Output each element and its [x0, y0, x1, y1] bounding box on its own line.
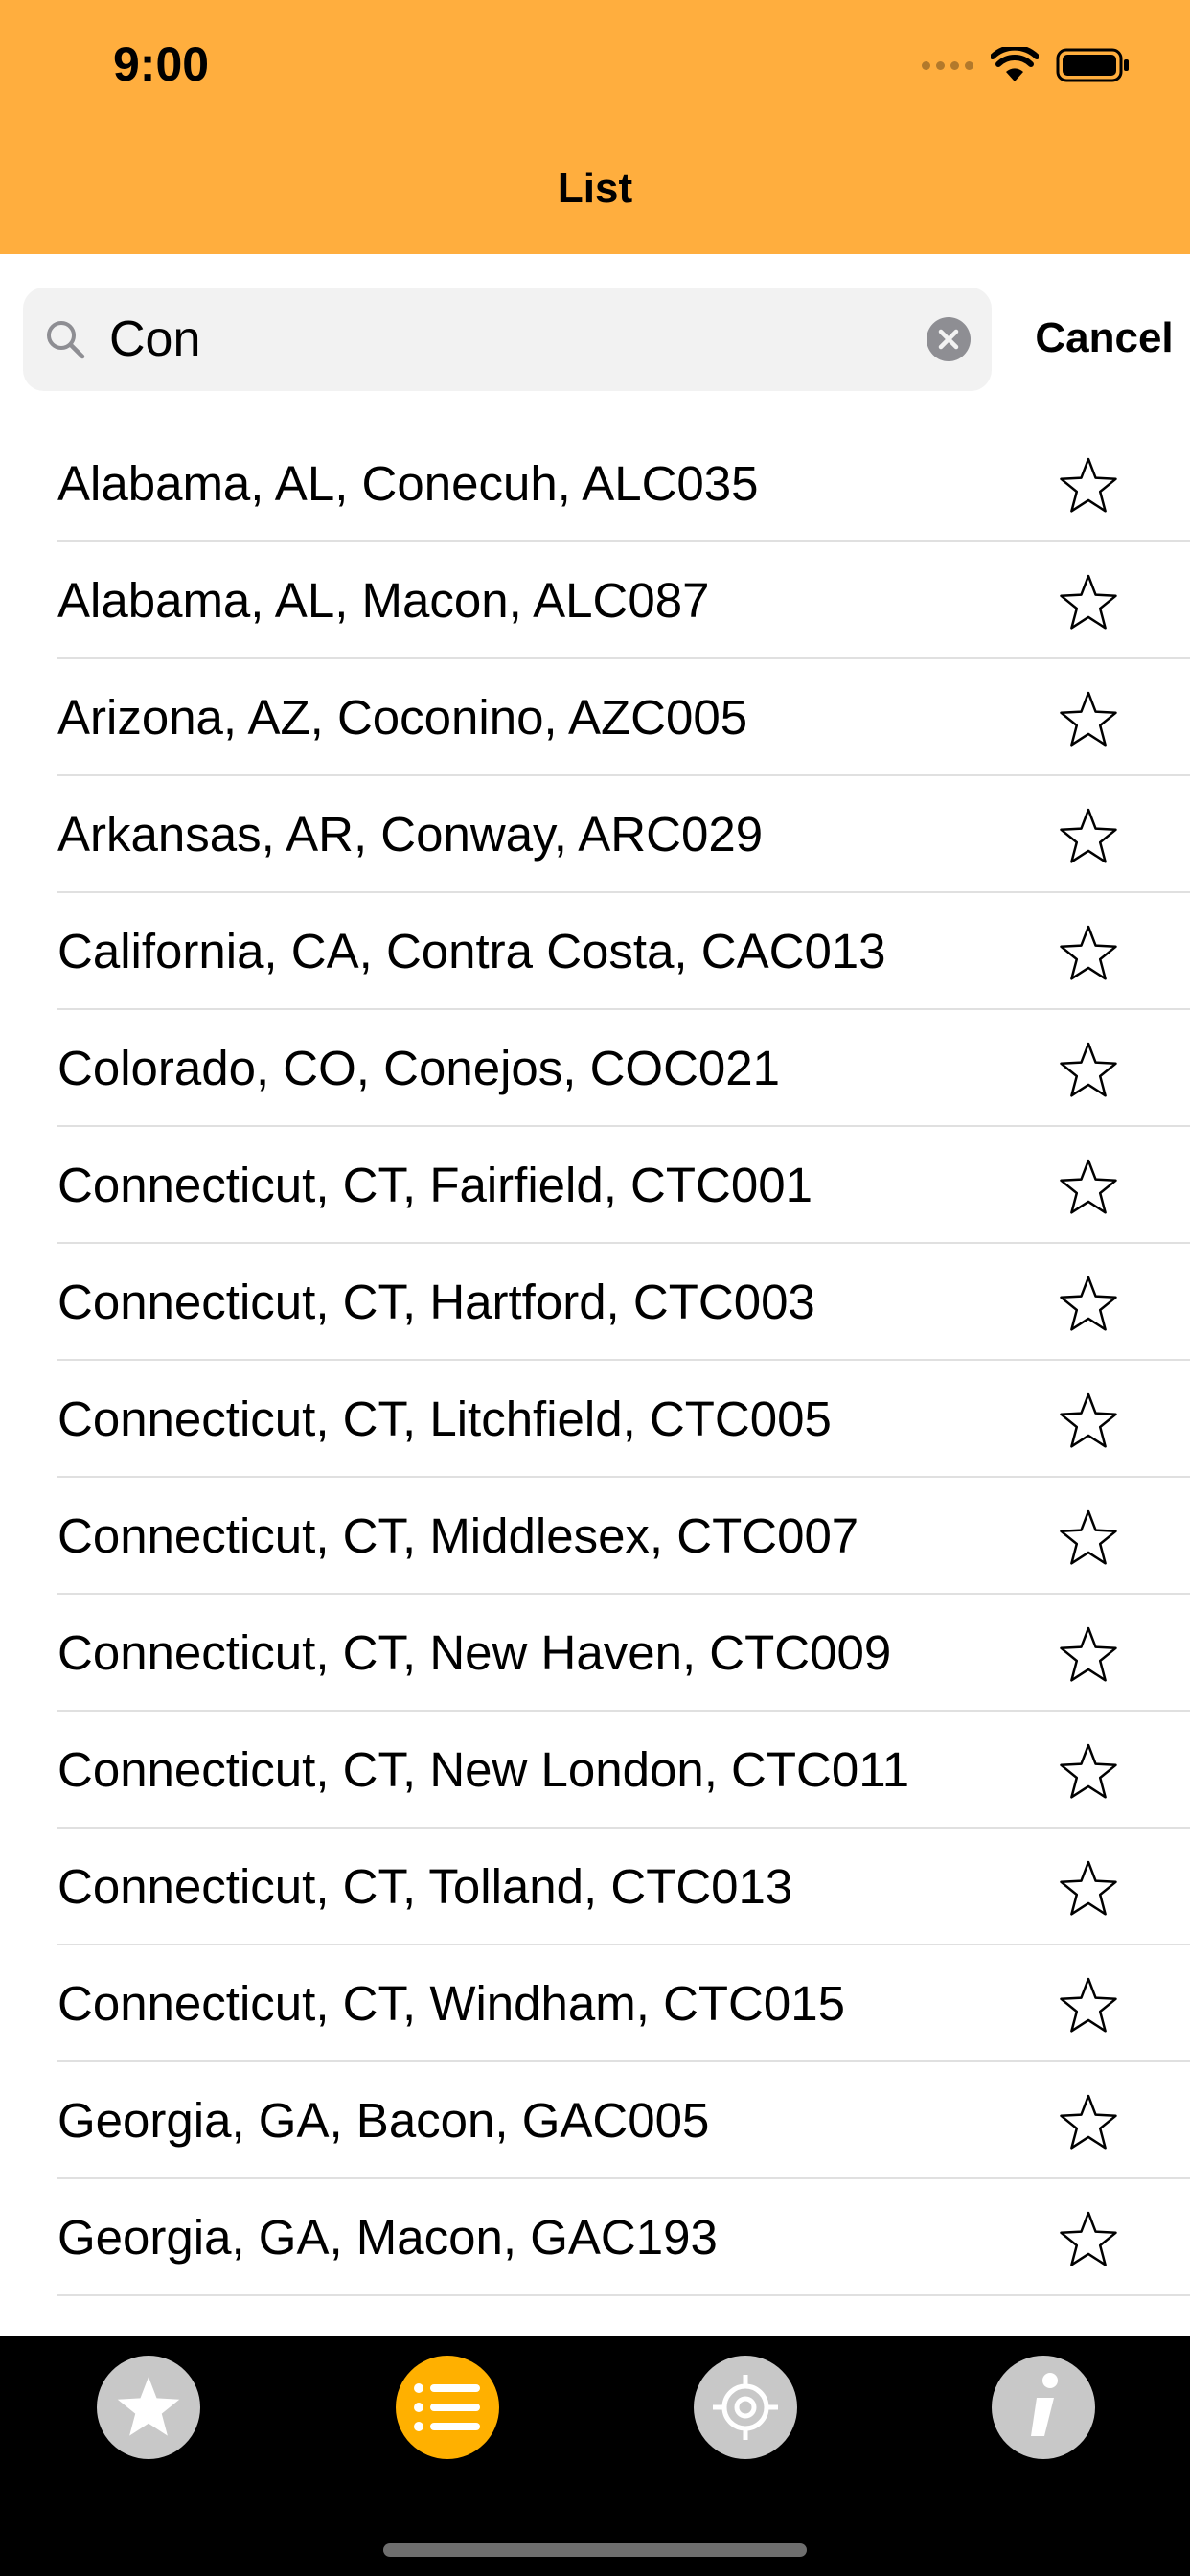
- list-item-label: Alabama, AL, Conecuh, ALC035: [57, 456, 759, 511]
- favorite-star-icon[interactable]: [1058, 1976, 1119, 2036]
- list-item[interactable]: California, CA, Contra Costa, CAC013: [0, 893, 1190, 1010]
- tab-info[interactable]: [992, 2356, 1095, 2459]
- list-item-label: Connecticut, CT, Fairfield, CTC001: [57, 1158, 812, 1212]
- list-item-label: Connecticut, CT, Litchfield, CTC005: [57, 1392, 832, 1446]
- tab-list[interactable]: [396, 2356, 499, 2459]
- favorite-star-icon[interactable]: [1058, 573, 1119, 632]
- list-item-label: Connecticut, CT, Hartford, CTC003: [57, 1275, 815, 1329]
- list-item-label: Georgia, GA, Bacon, GAC005: [57, 2093, 710, 2148]
- cellular-signal-icon: [922, 60, 973, 70]
- favorite-star-icon[interactable]: [1058, 2210, 1119, 2269]
- location-target-icon: [713, 2375, 778, 2440]
- navigation-header: 9:00 List: [0, 0, 1190, 254]
- list-item[interactable]: Georgia, GA, Macon, GAC193: [0, 2179, 1190, 2296]
- search-bar[interactable]: [23, 288, 992, 391]
- list-item[interactable]: Connecticut, CT, Hartford, CTC003: [0, 1244, 1190, 1361]
- list-item[interactable]: Connecticut, CT, Litchfield, CTC005: [0, 1361, 1190, 1478]
- favorite-star-icon[interactable]: [1058, 807, 1119, 866]
- list-item-label: Connecticut, CT, New Haven, CTC009: [57, 1625, 892, 1680]
- list-icon: [414, 2383, 480, 2431]
- list-item[interactable]: Alabama, AL, Conecuh, ALC035: [0, 426, 1190, 542]
- list-item-label: Arizona, AZ, Coconino, AZC005: [57, 690, 748, 745]
- list-item[interactable]: Alabama, AL, Macon, ALC087: [0, 542, 1190, 659]
- list-item-label: Connecticut, CT, Middlesex, CTC007: [57, 1508, 859, 1563]
- search-input[interactable]: [109, 301, 933, 378]
- list-item[interactable]: Arizona, AZ, Coconino, AZC005: [0, 659, 1190, 776]
- list-item-label: Alabama, AL, Macon, ALC087: [57, 573, 710, 628]
- list-item[interactable]: Connecticut, CT, New London, CTC011: [0, 1712, 1190, 1828]
- favorite-star-icon[interactable]: [1058, 1158, 1119, 1217]
- list-item[interactable]: Connecticut, CT, Fairfield, CTC001: [0, 1127, 1190, 1244]
- tab-bar: [0, 2336, 1190, 2576]
- list-item[interactable]: Connecticut, CT, Windham, CTC015: [0, 1945, 1190, 2062]
- status-icons: [922, 42, 1131, 88]
- star-icon: [117, 2377, 180, 2436]
- wifi-icon: [991, 47, 1039, 81]
- status-time: 9:00: [113, 37, 210, 91]
- favorite-star-icon[interactable]: [1058, 1275, 1119, 1334]
- list-item-label: Georgia, GA, Macon, GAC193: [57, 2210, 718, 2265]
- list-item-label: Connecticut, CT, New London, CTC011: [57, 1742, 910, 1797]
- tab-location[interactable]: [694, 2356, 797, 2459]
- list-item-label: California, CA, Contra Costa, CAC013: [57, 924, 886, 978]
- cancel-button[interactable]: Cancel: [1020, 305, 1188, 372]
- list-item[interactable]: Colorado, CO, Conejos, COC021: [0, 1010, 1190, 1127]
- search-icon: [47, 321, 85, 359]
- list-item-label: Connecticut, CT, Windham, CTC015: [57, 1976, 845, 2031]
- page-title: List: [557, 165, 633, 212]
- list-item-label: Connecticut, CT, Tolland, CTC013: [57, 1859, 793, 1914]
- battery-icon: [1056, 48, 1129, 82]
- favorite-star-icon[interactable]: [1058, 1742, 1119, 1802]
- favorite-star-icon[interactable]: [1058, 690, 1119, 749]
- list-item[interactable]: Connecticut, CT, Middlesex, CTC007: [0, 1478, 1190, 1595]
- screen: 9:00 List Con Cancel Alabama, AL, Conecu…: [0, 0, 1190, 2576]
- clear-search-icon[interactable]: [926, 316, 972, 362]
- favorite-star-icon[interactable]: [1058, 1625, 1119, 1685]
- tab-favorites[interactable]: [97, 2356, 200, 2459]
- favorite-star-icon[interactable]: [1058, 924, 1119, 983]
- home-indicator: [383, 2543, 807, 2557]
- favorite-star-icon[interactable]: [1058, 1508, 1119, 1568]
- list-item[interactable]: Connecticut, CT, Tolland, CTC013: [0, 1828, 1190, 1945]
- favorite-star-icon[interactable]: [1058, 2093, 1119, 2152]
- list-item[interactable]: Arkansas, AR, Conway, ARC029: [0, 776, 1190, 893]
- list-item-label: Arkansas, AR, Conway, ARC029: [57, 807, 764, 862]
- favorite-star-icon[interactable]: [1058, 1041, 1119, 1100]
- list-item[interactable]: Georgia, GA, Bacon, GAC005: [0, 2062, 1190, 2179]
- favorite-star-icon[interactable]: [1058, 1859, 1119, 1919]
- row-divider: [57, 2294, 1190, 2296]
- info-icon: [1031, 2373, 1058, 2436]
- list-item-label: Colorado, CO, Conejos, COC021: [57, 1041, 781, 1095]
- favorite-star-icon[interactable]: [1058, 1392, 1119, 1451]
- results-list: Alabama, AL, Conecuh, ALC035 Alabama, AL,…: [0, 426, 1190, 2336]
- favorite-star-icon[interactable]: [1058, 456, 1119, 516]
- list-item[interactable]: Connecticut, CT, New Haven, CTC009: [0, 1595, 1190, 1712]
